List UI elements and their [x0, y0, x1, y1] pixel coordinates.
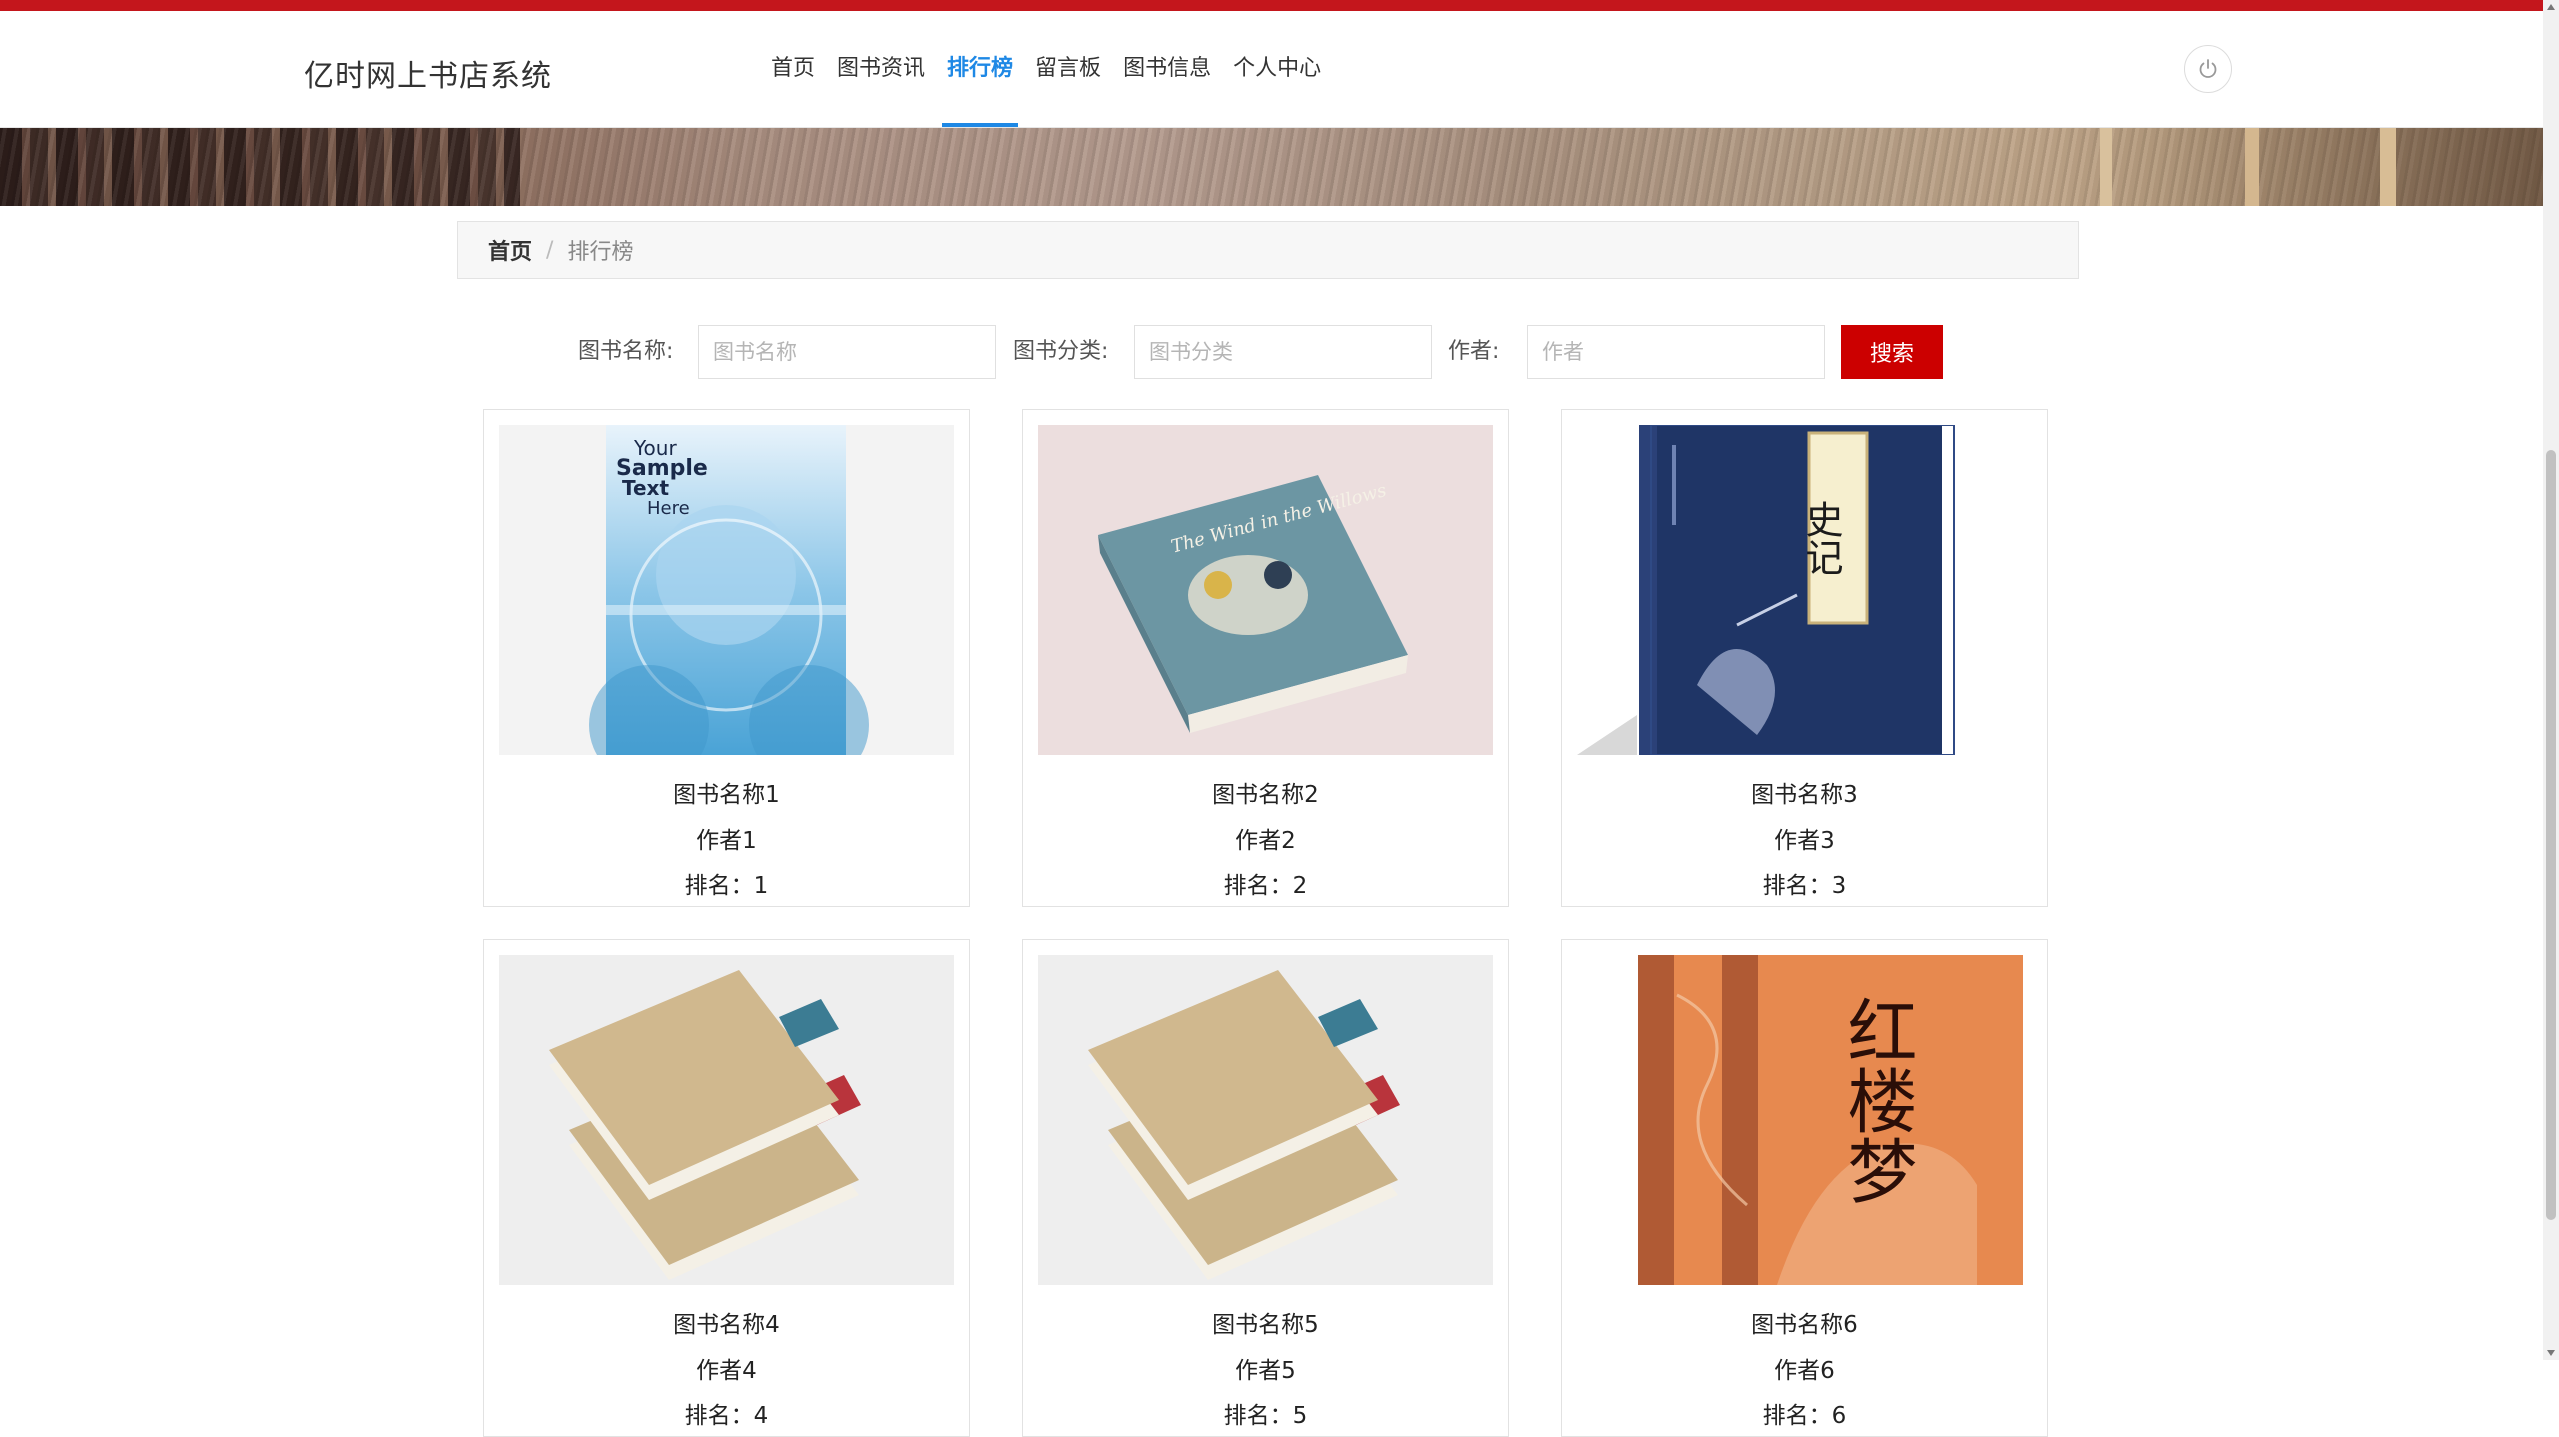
book-author: 作者5 [1235, 1358, 1296, 1384]
book-card[interactable]: Your Sample Text Here 图书名称1 作者1 排名：1 [483, 409, 970, 907]
breadcrumb-current: 排行榜 [567, 240, 634, 265]
breadcrumb: 首页 / 排行榜 [457, 221, 2079, 279]
header-banner-image [0, 128, 2543, 206]
book-title[interactable]: 图书名称2 [1023, 775, 1508, 809]
nav-message-board[interactable]: 留言板 [1024, 11, 1112, 127]
site-header: 亿时网上书店系统 首页 图书资讯 排行榜 留言板 图书信息 个人中心 [0, 11, 2543, 128]
book-card[interactable]: 图书名称5 作者5 排名：5 [1022, 939, 1509, 1437]
power-icon [2199, 59, 2217, 78]
search-bar: 图书名称: 图书分类: 作者: 搜索 [0, 325, 2543, 379]
book-author: 作者6 [1774, 1358, 1835, 1384]
book-cover-image[interactable]: Your Sample Text Here [499, 425, 954, 755]
scroll-up-icon[interactable] [2547, 4, 2555, 10]
logout-button[interactable] [2184, 45, 2232, 93]
nav-personal-center[interactable]: 个人中心 [1222, 11, 1332, 127]
main-nav: 首页 图书资讯 排行榜 留言板 图书信息 个人中心 [760, 11, 1332, 127]
book-category-input[interactable] [1134, 325, 1432, 379]
book-cover-image[interactable]: 红楼梦 [1577, 955, 2032, 1285]
book-name-label: 图书名称: [578, 339, 674, 364]
book-card[interactable]: 图书名称4 作者4 排名：4 [483, 939, 970, 1437]
book-author: 作者1 [696, 828, 757, 854]
book-title[interactable]: 图书名称1 [484, 775, 969, 809]
book-rank: 排名：5 [1223, 1403, 1308, 1429]
book-title[interactable]: 图书名称4 [484, 1305, 969, 1339]
author-label: 作者: [1448, 339, 1500, 364]
cover-text-line: Here [647, 498, 690, 519]
scroll-down-icon[interactable] [2547, 1350, 2555, 1356]
book-name-input[interactable] [698, 325, 996, 379]
nav-home[interactable]: 首页 [760, 11, 826, 127]
nav-ranking[interactable]: 排行榜 [936, 11, 1024, 127]
page-scrollbar[interactable] [2543, 0, 2559, 1360]
book-card[interactable]: 史记 图书名称3 作者3 排名：3 [1561, 409, 2048, 907]
book-cover-image[interactable]: 史记 [1577, 425, 2032, 755]
book-card[interactable]: The Wind in the Willows 图书名称2 作者2 排名：2 [1022, 409, 1509, 907]
book-title[interactable]: 图书名称5 [1023, 1305, 1508, 1339]
book-card[interactable]: 红楼梦 图书名称6 作者6 排名：6 [1561, 939, 2048, 1437]
book-rank: 排名：2 [1223, 873, 1308, 899]
book-rank: 排名：6 [1762, 1403, 1847, 1429]
search-button[interactable]: 搜索 [1841, 325, 1943, 379]
book-cover-image[interactable] [499, 955, 954, 1285]
cover-title-text: 红楼梦 [1836, 995, 1918, 1205]
book-title[interactable]: 图书名称3 [1562, 775, 2047, 809]
cover-text-line: Text [622, 476, 669, 500]
book-cover-image[interactable]: The Wind in the Willows [1038, 425, 1493, 755]
nav-book-news[interactable]: 图书资讯 [826, 11, 936, 127]
author-input[interactable] [1527, 325, 1825, 379]
book-rank: 排名：4 [684, 1403, 769, 1429]
top-accent-bar [0, 0, 2543, 11]
site-brand[interactable]: 亿时网上书店系统 [304, 51, 552, 95]
book-author: 作者3 [1774, 828, 1835, 854]
book-category-label: 图书分类: [1013, 339, 1109, 364]
breadcrumb-separator: / [546, 237, 554, 263]
nav-book-info[interactable]: 图书信息 [1112, 11, 1222, 127]
book-author: 作者2 [1235, 828, 1296, 854]
book-author: 作者4 [696, 1358, 757, 1384]
book-cover-image[interactable] [1038, 955, 1493, 1285]
breadcrumb-home-link[interactable]: 首页 [488, 234, 532, 266]
cover-title-text: 史记 [1799, 500, 1843, 576]
book-rank: 排名：3 [1762, 873, 1847, 899]
book-title[interactable]: 图书名称6 [1562, 1305, 2047, 1339]
scrollbar-thumb[interactable] [2546, 450, 2556, 1220]
book-rank: 排名：1 [684, 873, 769, 899]
